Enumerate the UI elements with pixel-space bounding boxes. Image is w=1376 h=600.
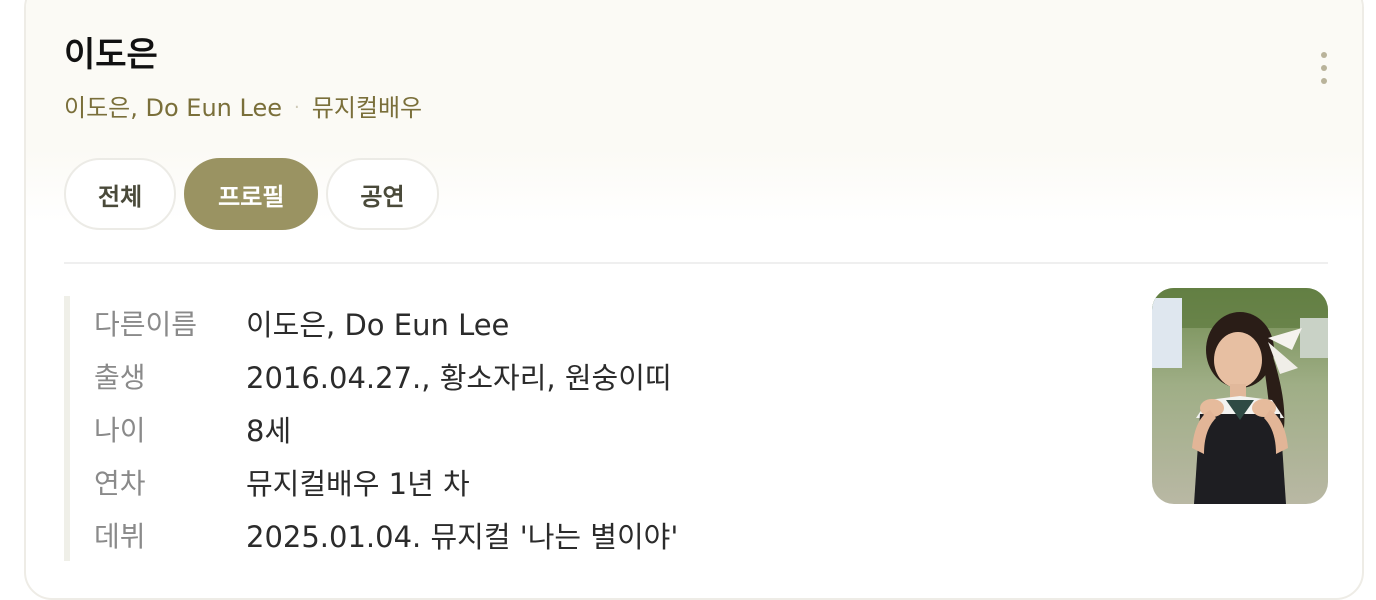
info-row-birth: 출생 2016.04.27., 황소자리, 원숭이띠	[94, 349, 678, 402]
profile-info-list: 다른이름 이도은, Do Eun Lee 출생 2016.04.27., 황소자…	[64, 296, 678, 561]
info-value: 이도은, Do Eun Lee	[246, 307, 510, 342]
info-value: 8세	[246, 413, 292, 448]
alt-names-link[interactable]: 이도은, Do Eun Lee	[64, 96, 282, 120]
more-dot	[1321, 65, 1327, 71]
info-value: 2016.04.27., 황소자리, 원숭이띠	[246, 360, 672, 395]
more-vertical-icon	[1321, 52, 1327, 58]
profile-card: 이도은 이도은, Do Eun Lee · 뮤지컬배우 전체 프로필 공연 다른…	[24, 0, 1364, 600]
info-label: 다른이름	[94, 307, 198, 341]
tab-profile[interactable]: 프로필	[184, 158, 319, 230]
more-dot	[1321, 78, 1327, 84]
info-row-age: 나이 8세	[94, 402, 678, 455]
info-label: 연차	[94, 466, 146, 500]
info-label: 출생	[94, 360, 146, 394]
photo-illustration	[1152, 288, 1328, 504]
more-options-button[interactable]	[1314, 52, 1334, 84]
profile-photo[interactable]	[1152, 288, 1328, 504]
occupation-label: 뮤지컬배우	[311, 94, 423, 122]
info-row-career-years: 연차 뮤지컬배우 1년 차	[94, 455, 678, 508]
tab-performance[interactable]: 공연	[326, 158, 439, 230]
section-divider	[64, 262, 1328, 264]
info-row-alt-names: 다른이름 이도은, Do Eun Lee	[94, 296, 678, 349]
info-row-debut: 데뷔 2025.01.04. 뮤지컬 '나는 별이야'	[94, 508, 678, 561]
info-label: 데뷔	[94, 519, 146, 553]
person-name: 이도은	[64, 35, 158, 75]
info-value: 뮤지컬배우 1년 차	[246, 466, 470, 501]
tab-bar: 전체 프로필 공연	[64, 158, 439, 230]
tab-all[interactable]: 전체	[64, 158, 177, 230]
info-value: 2025.01.04. 뮤지컬 '나는 별이야'	[246, 519, 679, 554]
info-label: 나이	[94, 413, 146, 447]
person-subtitle: 이도은, Do Eun Lee · 뮤지컬배우	[64, 96, 422, 120]
separator-dot: ·	[294, 97, 300, 118]
